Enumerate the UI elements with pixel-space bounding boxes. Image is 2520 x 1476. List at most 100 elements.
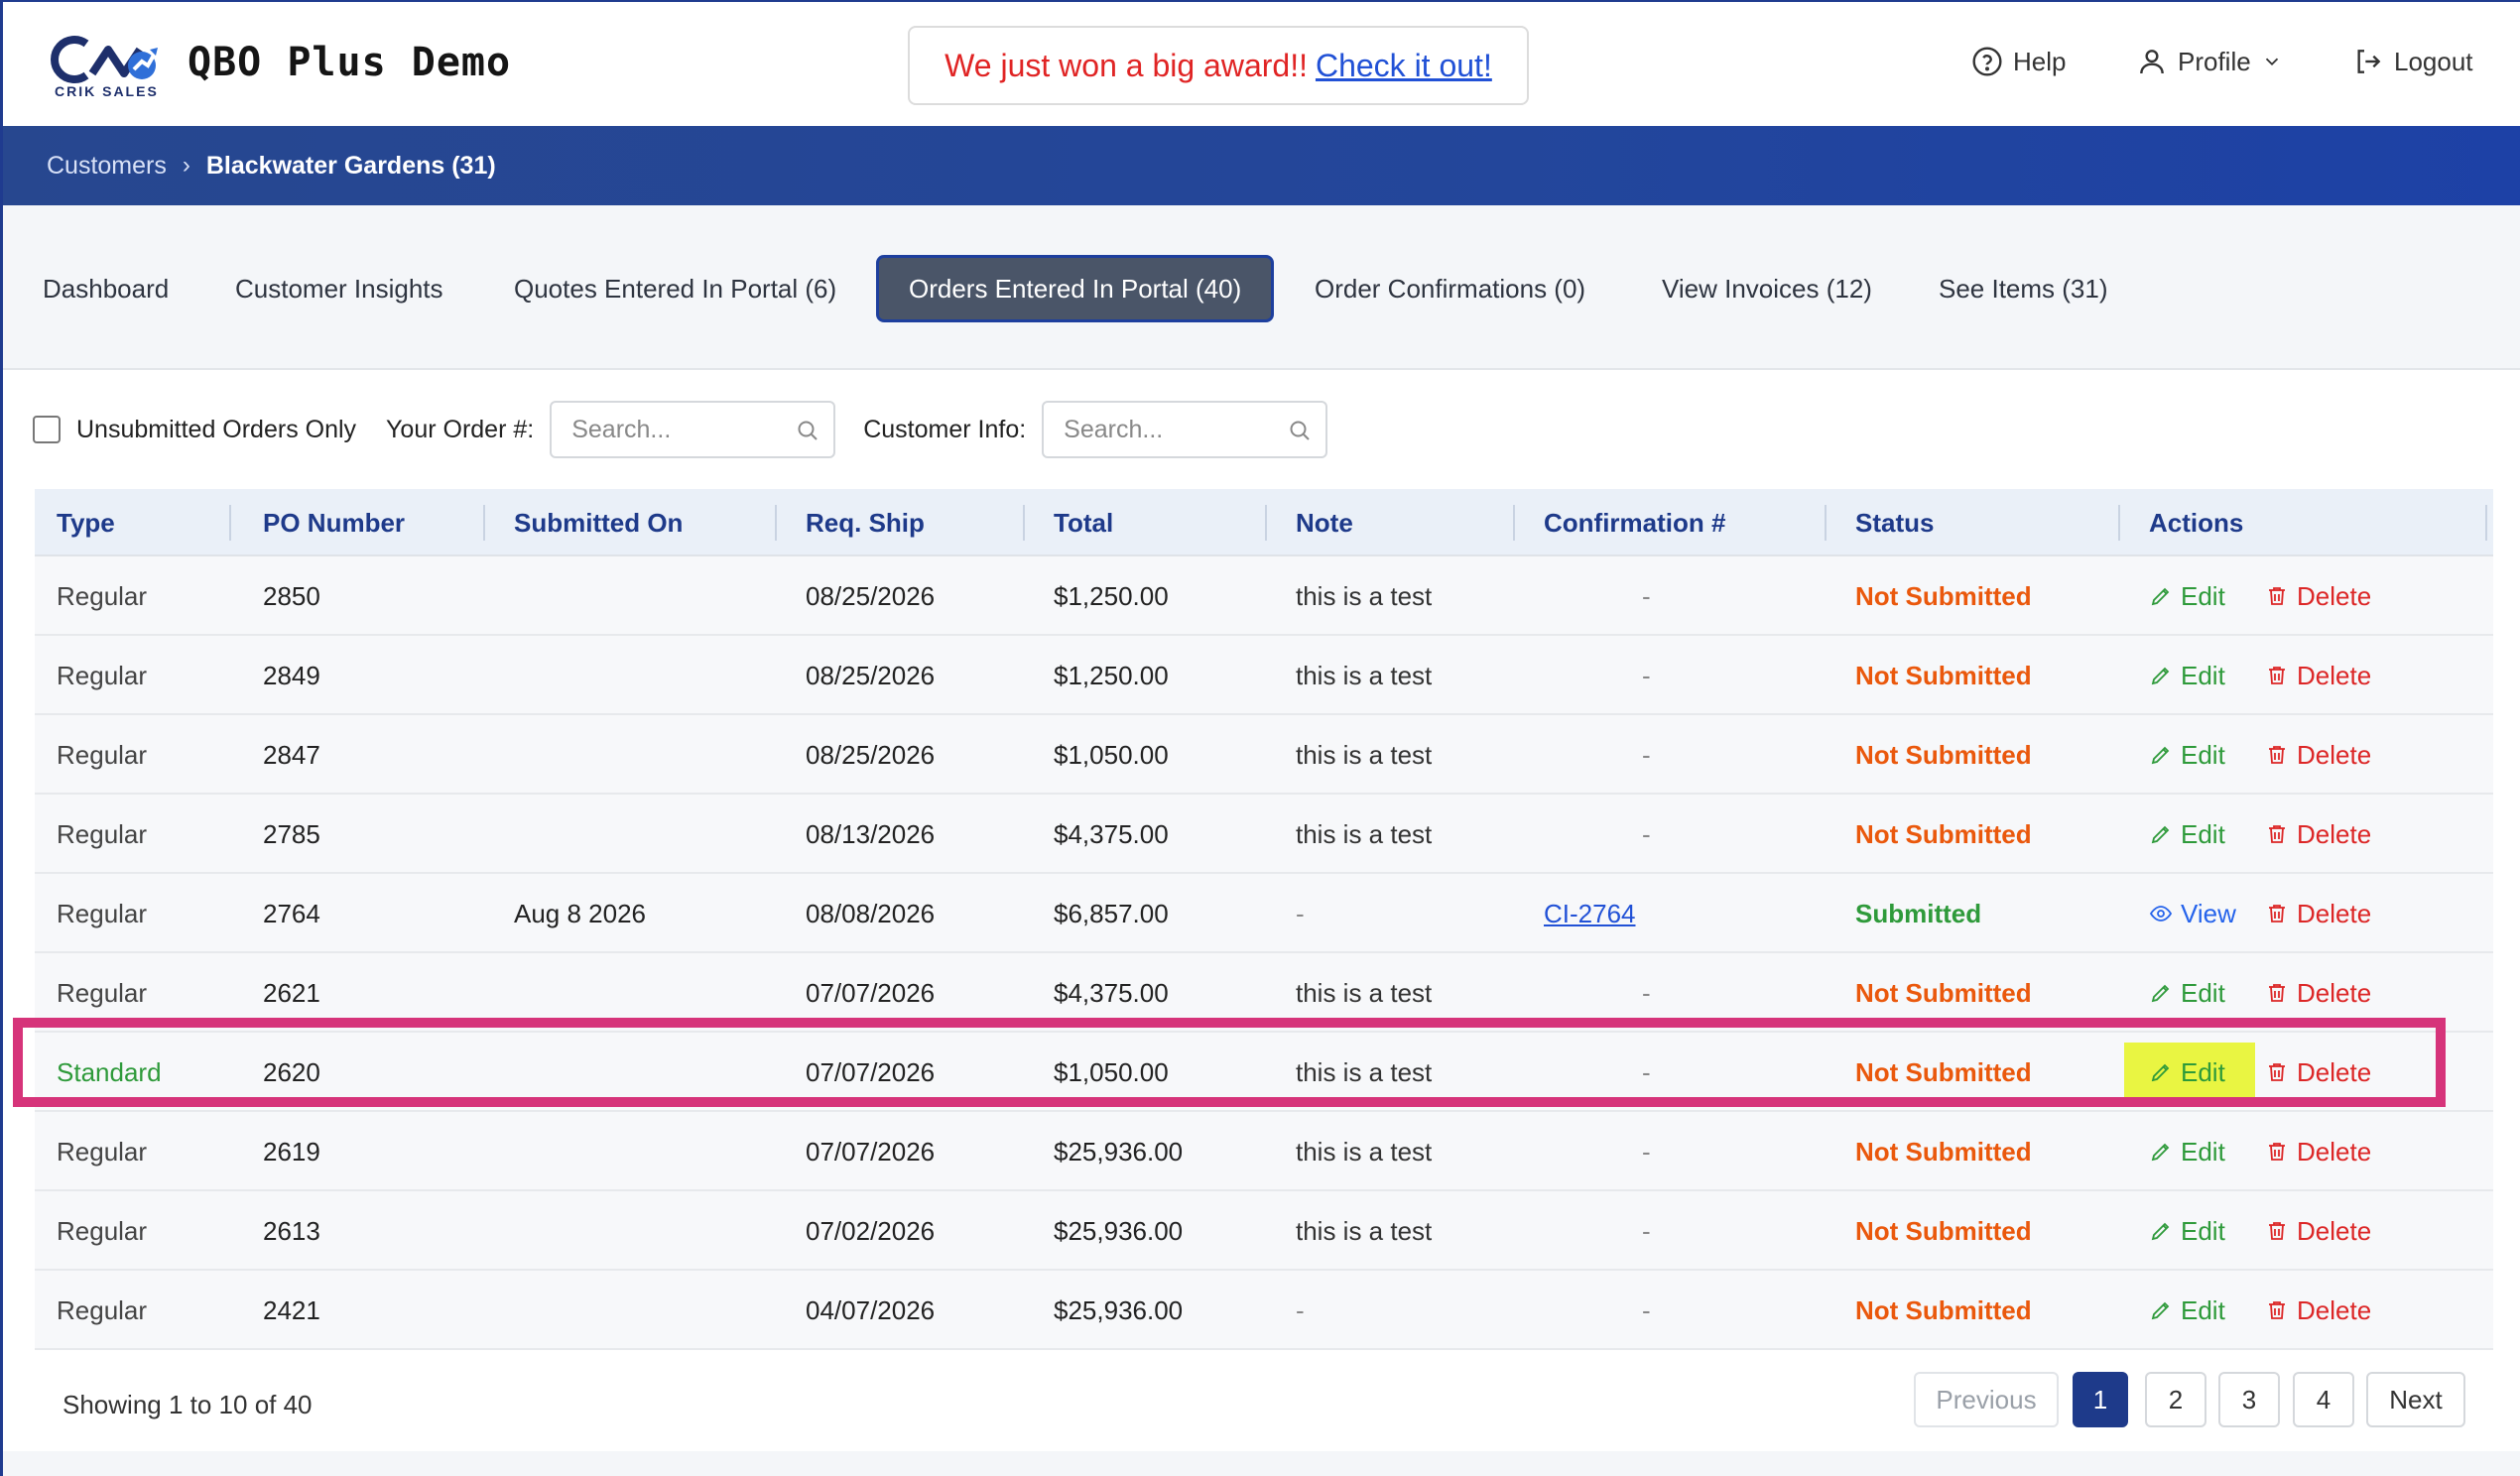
cell-req-ship: 07/07/2026 (806, 1056, 936, 1087)
edit-button[interactable]: Edit (2149, 636, 2225, 715)
cell-confirmation: - (1642, 818, 1651, 849)
action-label: Delete (2297, 660, 2372, 690)
order-number-label: Your Order #: (386, 415, 535, 443)
award-banner: We just won a big award!! Check it out! (908, 26, 1529, 105)
cell-type: Regular (57, 977, 148, 1008)
help-link[interactable]: Help (1971, 46, 2066, 77)
order-search-input[interactable] (552, 403, 781, 456)
cell-submitted-on: Aug 8 2026 (514, 898, 647, 928)
cell-req-ship: 08/25/2026 (806, 660, 936, 690)
cell-type: Regular (57, 660, 148, 690)
table-header: Type PO Number Submitted On Req. Ship To… (35, 489, 2493, 556)
cell-status: Not Submitted (1855, 739, 2032, 770)
action-label: Delete (2297, 580, 2372, 611)
unsubmitted-label: Unsubmitted Orders Only (76, 415, 357, 443)
action-label: Delete (2297, 977, 2372, 1008)
tab-quotes[interactable]: Quotes Entered In Portal (6) (484, 255, 866, 322)
page-2-button[interactable]: 2 (2145, 1372, 2206, 1427)
action-label: Delete (2297, 1215, 2372, 1246)
customer-info-label: Customer Info: (863, 415, 1027, 443)
cell-note: this is a test (1296, 1215, 1433, 1246)
tab-dashboard[interactable]: Dashboard (13, 255, 198, 322)
view-button[interactable]: View (2149, 874, 2236, 953)
cell-status: Not Submitted (1855, 1136, 2032, 1167)
previous-page-button[interactable]: Previous (1914, 1372, 2059, 1427)
col-confirmation[interactable]: Confirmation # (1544, 489, 1725, 556)
award-link[interactable]: Check it out! (1316, 48, 1492, 84)
award-text: We just won a big award!! (945, 47, 1308, 83)
col-note[interactable]: Note (1296, 489, 1353, 556)
edit-button[interactable]: Edit (2149, 795, 2225, 874)
page-1-button[interactable]: 1 (2073, 1372, 2128, 1427)
col-actions: Actions (2149, 507, 2244, 538)
cell-total: $1,250.00 (1054, 580, 1169, 611)
chevron-down-icon (2265, 58, 2278, 66)
trash-icon (2265, 584, 2289, 608)
delete-button[interactable]: Delete (2265, 874, 2371, 953)
table-row: Regular 2613 07/02/2026 $25,936.00 this is a… (35, 1191, 2493, 1271)
table-row: Regular 2619 07/07/2026 $25,936.00 this is a… (35, 1112, 2493, 1191)
cell-req-ship: 08/08/2026 (806, 898, 936, 928)
cell-note: this is a test (1296, 977, 1433, 1008)
next-page-button[interactable]: Next (2366, 1372, 2465, 1427)
edit-button[interactable]: Edit (2149, 556, 2225, 636)
edit-button[interactable]: Edit (2149, 715, 2225, 795)
edit-button[interactable]: Edit (2149, 1033, 2225, 1112)
delete-button[interactable]: Delete (2265, 556, 2371, 636)
trash-icon (2265, 981, 2289, 1005)
delete-button[interactable]: Delete (2265, 715, 2371, 795)
action-label: Delete (2297, 898, 2372, 928)
customer-search-input[interactable] (1044, 403, 1273, 456)
action-label: Delete (2297, 739, 2372, 770)
col-type[interactable]: Type (57, 489, 115, 556)
edit-button[interactable]: Edit (2149, 953, 2225, 1033)
cell-status: Not Submitted (1855, 1294, 2032, 1325)
profile-menu[interactable]: Profile (2136, 46, 2283, 77)
logout-link[interactable]: Logout (2352, 46, 2473, 77)
cell-type: Regular (57, 1294, 148, 1325)
col-po-number[interactable]: PO Number (263, 489, 405, 556)
edit-button[interactable]: Edit (2149, 1191, 2225, 1271)
delete-button[interactable]: Delete (2265, 953, 2371, 1033)
col-submitted-on[interactable]: Submitted On (514, 489, 683, 556)
delete-button[interactable]: Delete (2265, 1271, 2371, 1350)
cell-total: $1,250.00 (1054, 660, 1169, 690)
cell-confirmation[interactable]: CI-2764 (1544, 874, 1636, 953)
page-3-button[interactable]: 3 (2218, 1372, 2280, 1427)
col-req-ship[interactable]: Req. Ship (806, 489, 925, 556)
delete-button[interactable]: Delete (2265, 795, 2371, 874)
cell-note: - (1296, 898, 1305, 928)
search-icon (798, 421, 818, 440)
cell-note: this is a test (1296, 739, 1433, 770)
filter-bar: Unsubmitted Orders Only Your Order #: Cu… (33, 400, 1355, 459)
col-total[interactable]: Total (1054, 489, 1113, 556)
tab-orders[interactable]: Orders Entered In Portal (40) (876, 255, 1275, 322)
delete-button[interactable]: Delete (2265, 636, 2371, 715)
action-label: Edit (2181, 1136, 2225, 1167)
delete-button[interactable]: Delete (2265, 1112, 2371, 1191)
tab-view-invoices[interactable]: View Invoices (12) (1632, 255, 1902, 322)
table-row: Regular 2764 Aug 8 2026 08/08/2026 $6,857.00… (35, 874, 2493, 953)
cell-req-ship: 08/25/2026 (806, 739, 936, 770)
breadcrumb-current: Blackwater Gardens (31) (205, 151, 496, 180)
edit-button[interactable]: Edit (2149, 1112, 2225, 1191)
delete-button[interactable]: Delete (2265, 1033, 2371, 1112)
delete-button[interactable]: Delete (2265, 1191, 2371, 1271)
cell-total: $6,857.00 (1054, 898, 1169, 928)
cell-note: this is a test (1296, 660, 1433, 690)
action-label: Edit (2181, 1294, 2225, 1325)
cell-confirmation: - (1642, 739, 1651, 770)
table-row: Standard 2620 07/07/2026 $1,050.00 this is a… (35, 1033, 2493, 1112)
tab-see-items[interactable]: See Items (31) (1909, 255, 2138, 322)
table-row: Regular 2785 08/13/2026 $4,375.00 this is a … (35, 795, 2493, 874)
col-status[interactable]: Status (1855, 489, 1934, 556)
tab-order-confirmations[interactable]: Order Confirmations (0) (1285, 255, 1615, 322)
breadcrumb-customers[interactable]: Customers (47, 152, 167, 181)
unsubmitted-checkbox[interactable] (33, 416, 61, 443)
cell-req-ship: 08/13/2026 (806, 818, 936, 849)
tab-customer-insights[interactable]: Customer Insights (205, 255, 473, 322)
page-4-button[interactable]: 4 (2293, 1372, 2354, 1427)
cell-status: Not Submitted (1855, 1056, 2032, 1087)
edit-button[interactable]: Edit (2149, 1271, 2225, 1350)
order-search-box (550, 401, 836, 458)
